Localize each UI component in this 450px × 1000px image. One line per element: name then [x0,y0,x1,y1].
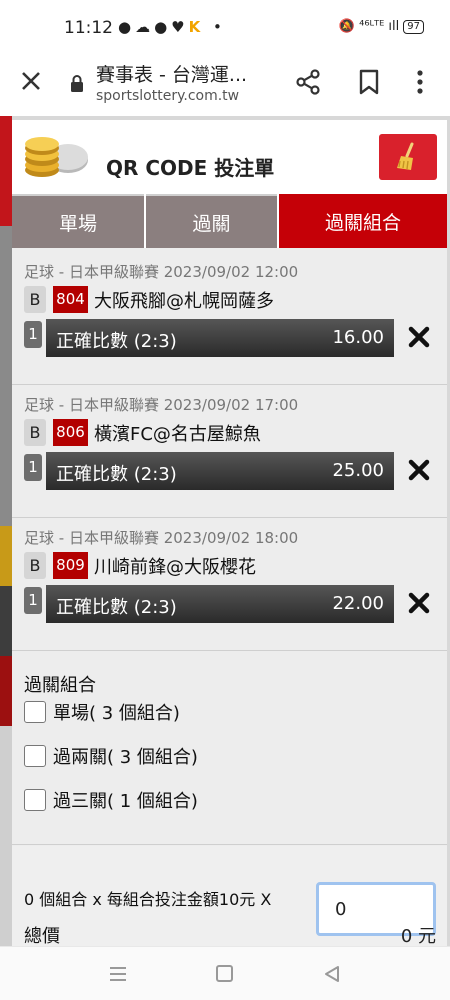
status-bar: 11:12 ●☁●♥K • 🔕 ⁴⁶ᴸᵀᴱ ıll 97 [0,0,450,56]
bet-type-badge: B [24,552,46,579]
browser-toolbar: 賽事表 - 台灣運... sportslottery.com.tw [0,56,450,116]
close-tab-button[interactable] [16,66,46,96]
tab-parlay-combo[interactable]: 過關組合 [279,194,447,248]
remove-bet-icon[interactable] [405,589,433,617]
amount-formula: 0 個組合 x 每組合投注金額10元 X [24,890,272,909]
android-nav-bar [0,946,450,1000]
page-url[interactable]: sportslottery.com.tw [96,88,239,104]
combo-checkbox[interactable] [24,701,46,723]
combo-option-two-legs[interactable]: 過兩關( 3 個組合) [24,743,198,769]
system-icons: 🔕 ⁴⁶ᴸᵀᴱ ıll 97 [339,19,424,34]
more-notifications-dot: • [213,18,226,36]
background-strip [0,586,12,656]
bet-odds: 22.00 [332,593,384,614]
status-time: 11:12 [64,18,113,38]
combo-section: 過關組合 單場( 3 個組合) 過兩關( 3 個組合) 過三關( 1 個組合) [12,655,447,845]
lock-icon [71,75,83,92]
combo-option-label: 過三關( 1 個組合) [53,791,198,812]
bet-type-badge: B [24,419,46,446]
bet-item: 足球 - 日本甲級聯賽 2023/09/02 17:00 B 806 橫濱FC@… [12,385,447,518]
bet-item: 足球 - 日本甲級聯賽 2023/09/02 12:00 B 804 大阪飛腳@… [12,252,447,385]
bet-selection: 正確比數 (2:3) 16.00 [46,319,394,357]
background-strip [0,116,12,226]
notification-icons-glyphs: ●☁●♥ [118,18,189,36]
panel-title: QR CODE 投注單 [106,156,275,180]
tab-single[interactable]: 單場 [12,194,144,248]
bet-code-badge: 809 [53,552,88,579]
back-icon[interactable] [322,964,342,984]
background-strip [0,226,12,526]
coins-icon [25,137,88,177]
bet-index: 1 [24,321,42,348]
bet-match: 川崎前鋒@大阪櫻花 [94,557,256,578]
bet-selection: 正確比數 (2:3) 25.00 [46,452,394,490]
total-label: 總價 [24,926,60,947]
bet-slip-panel: QR CODE 投注單 單場 過關 過關組合 足球 - 日本甲級聯賽 2023/… [12,120,447,946]
panel-header: QR CODE 投注單 [12,120,447,194]
bet-meta: 足球 - 日本甲級聯賽 2023/09/02 17:00 [24,396,299,414]
page-title[interactable]: 賽事表 - 台灣運... [96,60,247,87]
remove-bet-icon[interactable] [405,323,433,351]
broom-icon [397,142,414,170]
bet-odds: 25.00 [332,460,384,481]
total-value: 0 元 [400,926,436,947]
recent-apps-icon[interactable] [109,965,127,983]
bet-list: 足球 - 日本甲級聯賽 2023/09/02 12:00 B 804 大阪飛腳@… [12,252,447,651]
bet-match: 橫濱FC@名古屋鯨魚 [94,424,261,445]
background-strip [0,726,12,946]
bet-index: 1 [24,454,42,481]
home-icon[interactable] [216,965,233,982]
bet-item: 足球 - 日本甲級聯賽 2023/09/02 18:00 B 809 川崎前鋒@… [12,518,447,651]
bet-code-badge: 806 [53,419,88,446]
background-strip [0,526,12,586]
signal-icons: 🔕 ⁴⁶ᴸᵀᴱ ıll [338,19,400,34]
combo-option-single[interactable]: 單場( 3 個組合) [24,699,180,725]
share-icon[interactable] [294,68,322,96]
bet-meta: 足球 - 日本甲級聯賽 2023/09/02 18:00 [24,529,299,547]
battery-icon: 97 [403,19,424,34]
notification-icons: ●☁●♥K • [118,18,226,36]
k-app-icon: K [188,18,205,36]
tab-parlay[interactable]: 過關 [146,194,277,248]
combo-checkbox[interactable] [24,745,46,767]
amount-section: 0 個組合 x 每組合投注金額10元 X [12,846,447,946]
combo-option-label: 過兩關( 3 個組合) [53,747,198,768]
background-strip [0,656,12,726]
bet-selection-label: 正確比數 (2:3) [56,597,177,618]
bet-type-tabs: 單場 過關 過關組合 [12,194,447,248]
bookmark-icon[interactable] [355,68,383,96]
combo-title: 過關組合 [24,675,96,696]
clear-slip-button[interactable] [379,134,437,180]
combo-checkbox[interactable] [24,789,46,811]
close-icon [22,72,40,90]
bet-selection: 正確比數 (2:3) 22.00 [46,585,394,623]
remove-bet-icon[interactable] [405,456,433,484]
combo-option-three-legs[interactable]: 過三關( 1 個組合) [24,787,198,813]
bet-selection-label: 正確比數 (2:3) [56,464,177,485]
bet-match: 大阪飛腳@札幌岡薩多 [94,291,274,312]
more-menu-icon[interactable] [410,68,430,96]
bet-odds: 16.00 [332,327,384,348]
bet-selection-label: 正確比數 (2:3) [56,331,177,352]
bet-meta: 足球 - 日本甲級聯賽 2023/09/02 12:00 [24,263,299,281]
bet-index: 1 [24,587,42,614]
bet-code-badge: 804 [53,286,88,313]
bet-type-badge: B [24,286,46,313]
combo-option-label: 單場( 3 個組合) [53,703,180,724]
